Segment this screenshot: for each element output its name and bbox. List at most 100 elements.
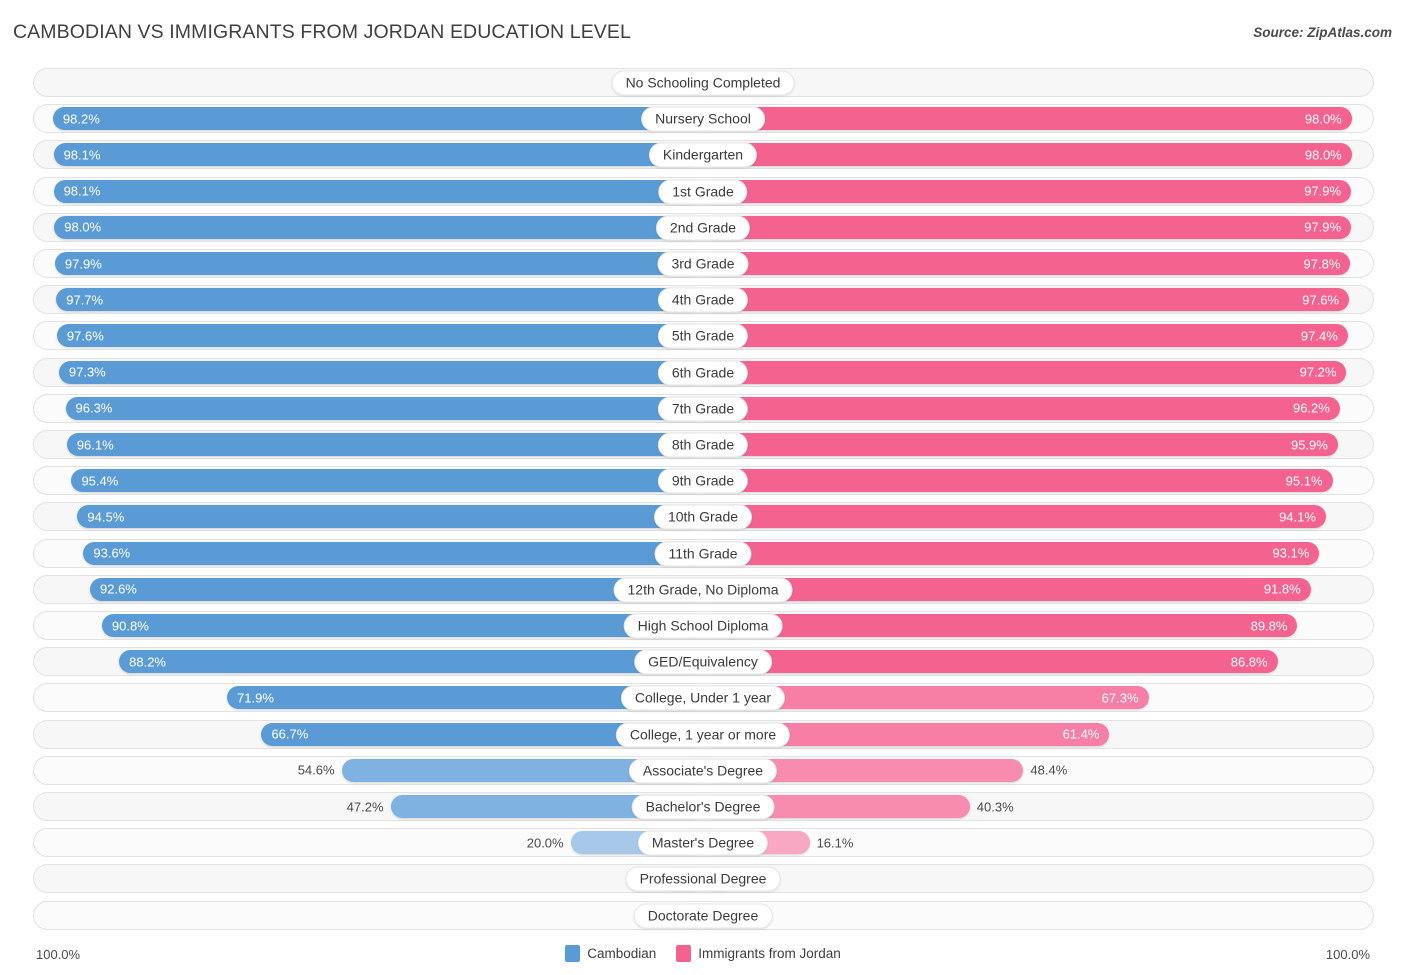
bar-value-cambodian: 98.1% xyxy=(63,147,101,163)
legend-label: Cambodian xyxy=(587,946,657,961)
bar-immigrants-from-jordan[interactable]: 97.6% xyxy=(703,288,1350,312)
left-series-area: 47.2% xyxy=(33,792,703,821)
left-series-area: 98.1% xyxy=(33,140,703,169)
bar-value-immigrants-from-jordan: 61.4% xyxy=(1062,726,1100,742)
right-series-area: 89.8% xyxy=(703,611,1374,640)
bar-cambodian[interactable]: 96.3% xyxy=(65,396,703,420)
chart-row: 92.6% 91.8% 12th Grade, No Diploma xyxy=(12,574,1394,605)
left-series-area: 96.3% xyxy=(33,394,703,423)
bar-value-cambodian: 98.0% xyxy=(64,219,102,235)
right-series-area: 61.4% xyxy=(703,720,1374,749)
category-label: Professional Degree xyxy=(625,866,781,892)
legend-item[interactable]: Immigrants from Jordan xyxy=(676,945,841,962)
bar-cambodian[interactable]: 98.1% xyxy=(53,143,703,167)
bar-cambodian[interactable]: 96.1% xyxy=(66,433,703,456)
bar-immigrants-from-jordan[interactable]: 89.8% xyxy=(703,614,1298,637)
left-series-area: 97.6% xyxy=(33,321,703,350)
bar-immigrants-from-jordan[interactable]: 98.0% xyxy=(703,107,1352,131)
chart-row: 97.7% 97.6% 4th Grade xyxy=(12,285,1394,315)
chart-footer: 100.0% Cambodian Immigrants from Jordan 1… xyxy=(0,936,1406,975)
category-label: High School Diploma xyxy=(623,613,783,639)
bar-immigrants-from-jordan[interactable]: 97.8% xyxy=(703,252,1351,275)
left-series-area: 54.6% xyxy=(33,756,703,785)
bar-cambodian[interactable]: 92.6% xyxy=(90,577,703,601)
bar-cambodian[interactable]: 97.7% xyxy=(56,288,703,312)
bar-value-cambodian: 93.6% xyxy=(93,545,131,561)
bar-value-immigrants-from-jordan: 86.8% xyxy=(1230,654,1268,670)
left-series-area: 96.1% xyxy=(33,430,703,459)
bar-immigrants-from-jordan[interactable]: 86.8% xyxy=(703,650,1278,674)
bar-immigrants-from-jordan[interactable]: 97.4% xyxy=(703,324,1348,348)
bar-immigrants-from-jordan[interactable]: 95.1% xyxy=(703,469,1333,493)
bar-cambodian[interactable]: 88.2% xyxy=(119,650,703,674)
left-series-area: 90.8% xyxy=(33,611,703,640)
category-label: Kindergarten xyxy=(648,142,758,168)
source-label: Source: ZipAtlas.com xyxy=(1253,25,1392,40)
right-series-area: 86.8% xyxy=(703,647,1374,676)
bar-immigrants-from-jordan[interactable]: 91.8% xyxy=(703,577,1311,601)
bar-cambodian[interactable]: 98.2% xyxy=(52,107,703,131)
bar-cambodian[interactable]: 95.4% xyxy=(71,469,703,493)
bar-value-immigrants-from-jordan: 48.4% xyxy=(1030,762,1068,778)
left-series-area: 93.6% xyxy=(33,539,703,568)
chart-row: 54.6% 48.4% Associate's Degree xyxy=(12,755,1394,786)
legend-swatch-jordan xyxy=(676,945,692,962)
category-label: Doctorate Degree xyxy=(633,903,773,929)
bar-immigrants-from-jordan[interactable]: 97.9% xyxy=(703,179,1352,203)
chart-row: 71.9% 67.3% College, Under 1 year xyxy=(12,683,1394,713)
chart-row: 97.6% 97.4% 5th Grade xyxy=(12,321,1394,351)
left-series-area: 1.9% xyxy=(33,68,703,97)
bar-value-cambodian: 20.0% xyxy=(526,835,564,851)
bar-value-immigrants-from-jordan: 16.1% xyxy=(816,835,854,851)
right-series-area: 97.2% xyxy=(703,358,1374,387)
left-series-area: 97.9% xyxy=(33,249,703,278)
category-label: 2nd Grade xyxy=(655,215,751,241)
right-series-area: 48.4% xyxy=(703,756,1374,785)
legend-item[interactable]: Cambodian xyxy=(565,945,656,962)
bar-value-cambodian: 71.9% xyxy=(237,690,274,706)
bar-cambodian[interactable]: 98.1% xyxy=(53,179,703,203)
left-series-area: 95.4% xyxy=(33,466,703,495)
bar-immigrants-from-jordan[interactable]: 95.9% xyxy=(703,433,1338,456)
chart-row: 88.2% 86.8% GED/Equivalency xyxy=(12,647,1394,677)
bar-cambodian[interactable]: 98.0% xyxy=(54,215,703,239)
left-series-area: 71.9% xyxy=(33,683,703,712)
right-series-area: 94.1% xyxy=(703,502,1374,531)
left-series-area: 97.7% xyxy=(33,285,703,314)
category-label: Associate's Degree xyxy=(628,758,778,784)
bar-cambodian[interactable]: 97.6% xyxy=(56,324,703,348)
category-label: 8th Grade xyxy=(657,432,749,458)
left-series-area: 20.0% xyxy=(33,828,703,857)
bar-cambodian[interactable]: 90.8% xyxy=(101,614,703,637)
category-label: No Schooling Completed xyxy=(611,70,795,96)
right-series-area: 2.0% xyxy=(703,68,1374,97)
bar-immigrants-from-jordan[interactable]: 96.2% xyxy=(703,396,1340,420)
right-series-area: 97.6% xyxy=(703,285,1374,314)
left-series-area: 98.2% xyxy=(33,104,703,133)
right-series-area: 95.9% xyxy=(703,430,1374,459)
right-series-area: 97.8% xyxy=(703,249,1374,278)
chart-row: 6.0%4.7%Professional Degree xyxy=(12,864,1394,894)
chart-row: 96.1% 95.9% 8th Grade xyxy=(12,430,1394,460)
bar-immigrants-from-jordan[interactable]: 97.9% xyxy=(703,215,1352,239)
bar-value-immigrants-from-jordan: 95.1% xyxy=(1285,473,1323,489)
bar-value-cambodian: 97.9% xyxy=(64,256,102,271)
bar-cambodian[interactable]: 97.9% xyxy=(54,252,703,275)
left-series-area: 66.7% xyxy=(33,720,703,749)
bar-cambodian[interactable]: 94.5% xyxy=(77,505,703,529)
bar-immigrants-from-jordan[interactable]: 94.1% xyxy=(703,505,1326,529)
right-series-area: 98.0% xyxy=(703,104,1374,133)
category-label: 11th Grade xyxy=(654,541,752,567)
chart-row: 97.9% 97.8% 3rd Grade xyxy=(12,249,1394,279)
left-series-area: 98.1% xyxy=(33,177,703,206)
bar-cambodian[interactable]: 93.6% xyxy=(83,541,703,565)
right-series-area: 97.9% xyxy=(703,177,1374,206)
chart-row: 98.1% 98.0% Kindergarten xyxy=(12,140,1394,170)
chart-row: 98.2% 98.0% Nursery School xyxy=(12,104,1394,134)
bar-immigrants-from-jordan[interactable]: 93.1% xyxy=(703,541,1320,565)
left-series-area: 2.6% xyxy=(33,901,703,930)
right-series-area: 4.7% xyxy=(703,864,1374,893)
bar-cambodian[interactable]: 97.3% xyxy=(58,360,703,384)
bar-immigrants-from-jordan[interactable]: 97.2% xyxy=(703,360,1347,384)
bar-immigrants-from-jordan[interactable]: 98.0% xyxy=(703,143,1352,167)
